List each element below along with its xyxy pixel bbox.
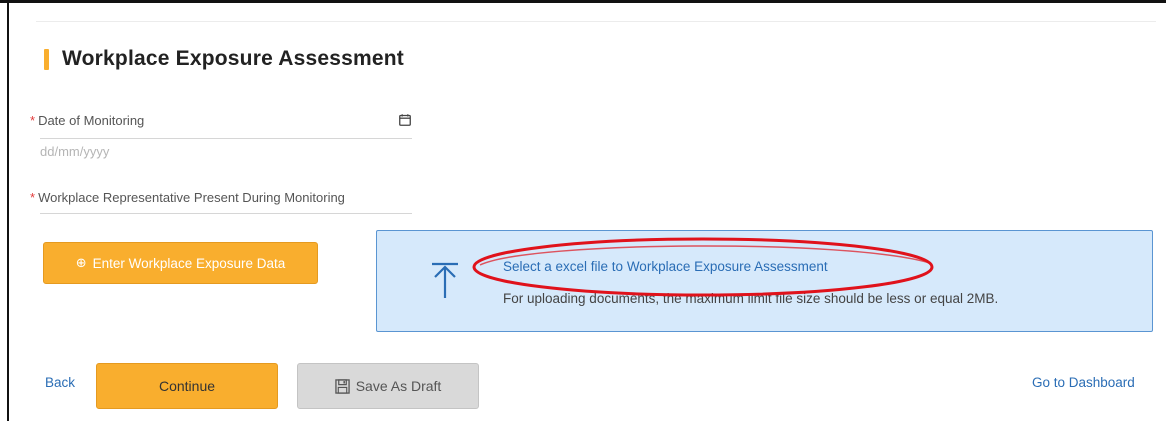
workplace-representative-field[interactable]: * Workplace Representative Present During… [30, 189, 422, 214]
save-icon [334, 378, 350, 394]
workplace-representative-label: * Workplace Representative Present During… [30, 190, 345, 205]
frame-top-border [0, 0, 1166, 3]
frame-left-border [7, 0, 9, 421]
save-as-draft-button[interactable]: Save As Draft [297, 363, 479, 409]
add-circle-icon: ⊕ [75, 255, 87, 270]
required-marker: * [30, 190, 36, 205]
upload-size-note: For uploading documents, the maximum lim… [503, 291, 999, 306]
date-field-underline [40, 138, 412, 139]
top-divider [36, 21, 1156, 22]
save-as-draft-label: Save As Draft [355, 378, 442, 394]
back-link[interactable]: Back [45, 375, 75, 390]
representative-field-underline [40, 213, 412, 214]
go-to-dashboard-link[interactable]: Go to Dashboard [1032, 375, 1135, 390]
calendar-icon[interactable] [399, 114, 411, 126]
date-placeholder: dd/mm/yyyy [40, 144, 110, 159]
page-title: Workplace Exposure Assessment [62, 47, 404, 70]
title-accent-bar [44, 48, 49, 70]
file-upload-dropzone[interactable]: Select a excel file to Workplace Exposur… [376, 230, 1153, 332]
date-of-monitoring-label: * Date of Monitoring [30, 113, 144, 128]
section-title: Workplace Exposure Assessment [44, 47, 404, 71]
continue-label: Continue [158, 378, 216, 394]
upload-icon [432, 262, 458, 298]
select-excel-file-link[interactable]: Select a excel file to Workplace Exposur… [503, 259, 828, 274]
required-marker: * [30, 113, 36, 128]
date-of-monitoring-field[interactable]: * Date of Monitoring dd/mm/yyyy [30, 112, 412, 159]
date-label-text: Date of Monitoring [38, 113, 145, 128]
enter-exposure-data-label: Enter Workplace Exposure Data [92, 255, 286, 271]
enter-exposure-data-button[interactable]: ⊕ Enter Workplace Exposure Data [43, 242, 318, 284]
continue-button[interactable]: Continue [96, 363, 278, 409]
representative-label-text: Workplace Representative Present During … [38, 190, 345, 205]
